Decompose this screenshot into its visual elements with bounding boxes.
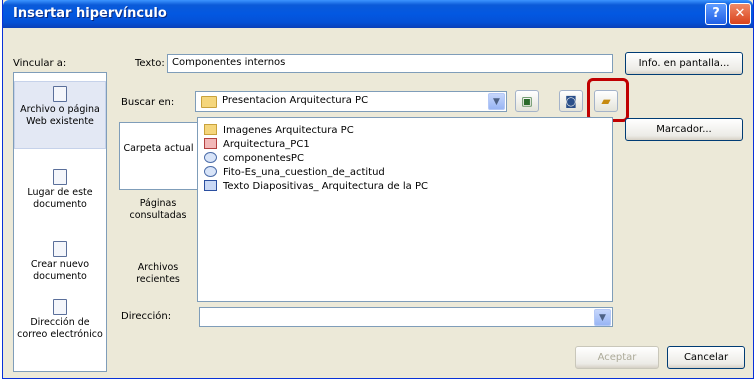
insert-hyperlink-dialog: Insertar hipervínculo ? ✕ Vincular a: Ar… [2, 0, 754, 379]
sidebar-item-email-address[interactable]: Dirección de correo electrónico [14, 299, 106, 363]
bookmark-button[interactable]: Marcador... [625, 118, 743, 141]
file-name: componentesPC [223, 153, 304, 164]
address-label: Dirección: [121, 311, 172, 322]
folder-icon [204, 124, 217, 135]
link-to-sidebar: Archivo o página Web existente Lugar de … [13, 72, 107, 372]
file-name: Imagenes Arquitectura PC [223, 125, 354, 136]
list-item[interactable]: Texto Diapositivas_ Arquitectura de la P… [204, 180, 428, 194]
accept-button[interactable]: Aceptar [575, 346, 659, 369]
browse-tabs: Carpeta actual Páginas consultadas Archi… [119, 122, 199, 302]
sidebar-item-label: Dirección de correo electrónico [17, 317, 103, 340]
tab-label: Archivos recientes [136, 262, 180, 285]
browse-web-icon: ◙ [565, 94, 577, 108]
link-to-label: Vincular a: [13, 58, 67, 69]
new-document-icon [53, 241, 67, 257]
sidebar-item-existing-file[interactable]: Archivo o página Web existente [14, 81, 106, 149]
file-list[interactable]: Imagenes Arquitectura PC Arquitectura_PC… [197, 117, 613, 302]
list-item[interactable]: componentesPC [204, 152, 304, 166]
dialog-title: Insertar hipervínculo [13, 6, 167, 21]
up-folder-icon: ▣ [521, 94, 533, 108]
browse-web-button[interactable]: ◙ [559, 90, 583, 112]
close-button[interactable]: ✕ [729, 3, 751, 25]
web-file-icon [204, 166, 217, 177]
file-name: Arquitectura_PC1 [223, 139, 310, 150]
look-in-value: Presentacion Arquitectura PC [222, 95, 369, 106]
text-to-display-value: Componentes internos [172, 57, 286, 68]
address-field[interactable]: ▼ [199, 307, 613, 327]
cancel-button[interactable]: Cancelar [667, 346, 745, 369]
sidebar-item-place-in-document[interactable]: Lugar de este documento [14, 169, 106, 219]
highlight-rectangle [587, 78, 629, 122]
tab-browsed-pages[interactable]: Páginas consultadas [119, 198, 197, 238]
sidebar-item-label: Archivo o página Web existente [20, 104, 100, 127]
tab-current-folder[interactable]: Carpeta actual [119, 122, 197, 190]
text-to-display-field[interactable]: Componentes internos [167, 54, 613, 73]
existing-file-icon [53, 86, 67, 102]
sidebar-item-label: Lugar de este documento [27, 187, 93, 210]
file-name: Fito-Es_una_cuestion_de_actitud [223, 167, 385, 178]
tab-label: Páginas consultadas [129, 198, 187, 221]
help-icon: ? [712, 6, 720, 21]
chevron-down-icon[interactable]: ▼ [594, 309, 611, 326]
list-item[interactable]: Imagenes Arquitectura PC [204, 124, 354, 138]
look-in-combo[interactable]: Presentacion Arquitectura PC ▼ [195, 91, 507, 112]
web-file-icon [204, 152, 217, 163]
text-to-display-label: Texto: [135, 58, 165, 69]
powerpoint-file-icon [204, 138, 217, 149]
sidebar-item-new-document[interactable]: Crear nuevo documento [14, 241, 106, 291]
tab-label: Carpeta actual [123, 143, 194, 154]
look-in-label: Buscar en: [121, 97, 175, 108]
list-item[interactable]: Fito-Es_una_cuestion_de_actitud [204, 166, 385, 180]
help-button[interactable]: ? [705, 3, 727, 25]
tab-recent-files[interactable]: Archivos recientes [119, 262, 197, 302]
list-item[interactable]: Arquitectura_PC1 [204, 138, 310, 152]
chevron-down-icon[interactable]: ▼ [488, 93, 505, 110]
up-folder-button[interactable]: ▣ [515, 90, 539, 112]
sidebar-item-label: Crear nuevo documento [30, 259, 90, 282]
file-name: Texto Diapositivas_ Arquitectura de la P… [223, 181, 428, 192]
close-icon: ✕ [734, 6, 746, 21]
email-address-icon [53, 299, 67, 315]
title-bar: Insertar hipervínculo ? ✕ [3, 0, 753, 28]
screentip-button[interactable]: Info. en pantalla... [625, 52, 743, 75]
place-in-document-icon [53, 169, 67, 185]
folder-icon [201, 96, 217, 108]
word-file-icon [204, 180, 217, 191]
